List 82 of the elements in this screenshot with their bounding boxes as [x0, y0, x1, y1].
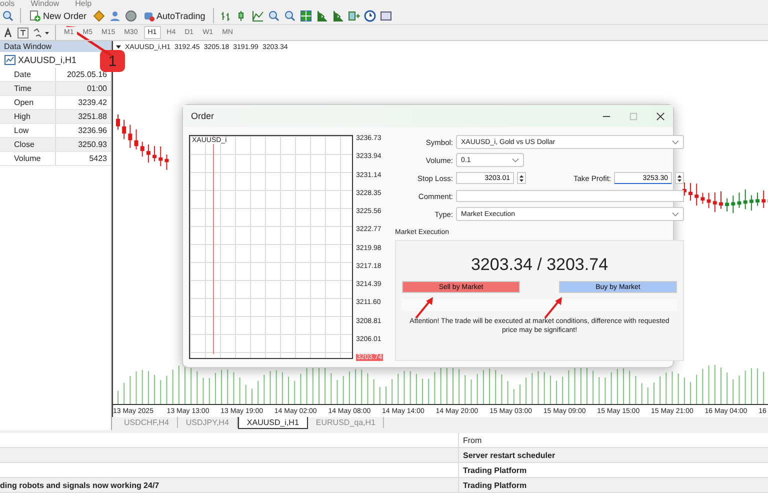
step-badge: 1 — [100, 50, 125, 72]
sender-cell: Trading Platform — [463, 480, 527, 490]
candle — [164, 154, 169, 170]
symbol-label: XAUUSD_i,H1 — [18, 55, 77, 65]
candle — [743, 189, 748, 210]
candle — [688, 183, 693, 201]
annotation-arrow — [66, 26, 113, 58]
data-value: 3250.93 — [77, 140, 108, 149]
chevron-down-icon — [512, 158, 519, 162]
candle — [700, 192, 705, 204]
candle — [152, 146, 157, 162]
data-value: 3251.88 — [77, 112, 108, 121]
candle — [762, 190, 766, 208]
text-label-icon[interactable] — [17, 26, 29, 38]
data-value: 5423 — [88, 154, 108, 163]
bar-chart-icon[interactable] — [220, 10, 232, 22]
chart-tab[interactable]: XAUUSD_i,H1 — [238, 417, 308, 429]
comment-field[interactable] — [456, 190, 684, 202]
sender-cell: Server restart scheduler — [463, 450, 556, 460]
tile-windows-icon[interactable] — [300, 10, 312, 22]
menu-item[interactable]: Help — [75, 0, 92, 8]
search-icon[interactable] — [2, 10, 14, 22]
chart-tab[interactable]: USDCHF,H4 — [116, 417, 178, 428]
message-cell: ding robots and signals now working 24/7 — [0, 480, 160, 490]
candle — [128, 124, 132, 148]
dialog-title: Order — [191, 111, 214, 121]
panel-title: Data Window — [0, 41, 111, 52]
data-value: 01:00 — [86, 84, 108, 93]
line-chart-icon[interactable] — [252, 10, 264, 22]
candle — [122, 120, 126, 140]
chart-tab[interactable]: EURUSD_qa,H1 — [308, 417, 384, 428]
spin-button[interactable] — [517, 172, 526, 184]
candle — [718, 191, 723, 209]
data-value: 3236.96 — [77, 126, 108, 135]
candle — [725, 198, 730, 212]
candle — [731, 196, 736, 214]
data-label: Time — [0, 82, 56, 95]
candle — [756, 192, 760, 206]
annotation-arrow — [544, 297, 562, 319]
text-icon[interactable] — [2, 26, 14, 38]
candle — [146, 144, 150, 163]
chevron-down-icon — [672, 140, 679, 144]
robot-icon — [142, 10, 155, 22]
clock-icon[interactable] — [364, 10, 376, 22]
data-label: Date — [0, 68, 56, 81]
candle — [140, 142, 144, 157]
arrows-dropdown-icon[interactable] — [32, 26, 50, 38]
column-header: From — [462, 436, 482, 444]
chart-window-icon — [4, 54, 16, 66]
zoom-in-icon[interactable] — [268, 10, 280, 22]
chevron-down-icon — [672, 212, 679, 216]
document-plus-icon — [29, 10, 41, 22]
menu-item[interactable]: ools — [0, 0, 15, 8]
candle — [706, 192, 711, 208]
bid-ask-prices: 3203.34 / 3203.74 — [470, 255, 608, 275]
autotrading-button[interactable]: AutoTrading — [140, 8, 208, 23]
template-icon[interactable] — [380, 10, 392, 22]
candle — [737, 192, 742, 208]
menu-item[interactable]: Window — [30, 0, 60, 8]
data-label: High — [0, 110, 56, 123]
data-value: 2025.05.16 — [66, 70, 108, 79]
data-value: 3239.42 — [77, 98, 108, 107]
data-label: Volume — [0, 152, 56, 165]
candle — [116, 114, 120, 130]
new-order-button[interactable]: New Order — [27, 8, 89, 23]
candle — [158, 146, 163, 166]
close-icon[interactable] — [656, 112, 665, 120]
annotation-arrow — [415, 297, 433, 319]
zoom-out-icon[interactable] — [284, 10, 296, 22]
dropdown-triangle-icon[interactable] — [116, 45, 121, 49]
sender-cell: Trading Platform — [463, 466, 527, 474]
candle — [134, 129, 138, 150]
person-icon[interactable] — [108, 10, 121, 22]
diamond-icon[interactable] — [92, 10, 105, 22]
data-label: Close — [0, 138, 56, 151]
candle — [712, 192, 717, 212]
data-label: Open — [0, 96, 56, 109]
spin-button[interactable] — [675, 172, 684, 184]
candle — [694, 184, 699, 206]
indicator-add-icon[interactable] — [348, 10, 360, 22]
data-label: Low — [0, 124, 56, 137]
candle — [749, 195, 754, 211]
